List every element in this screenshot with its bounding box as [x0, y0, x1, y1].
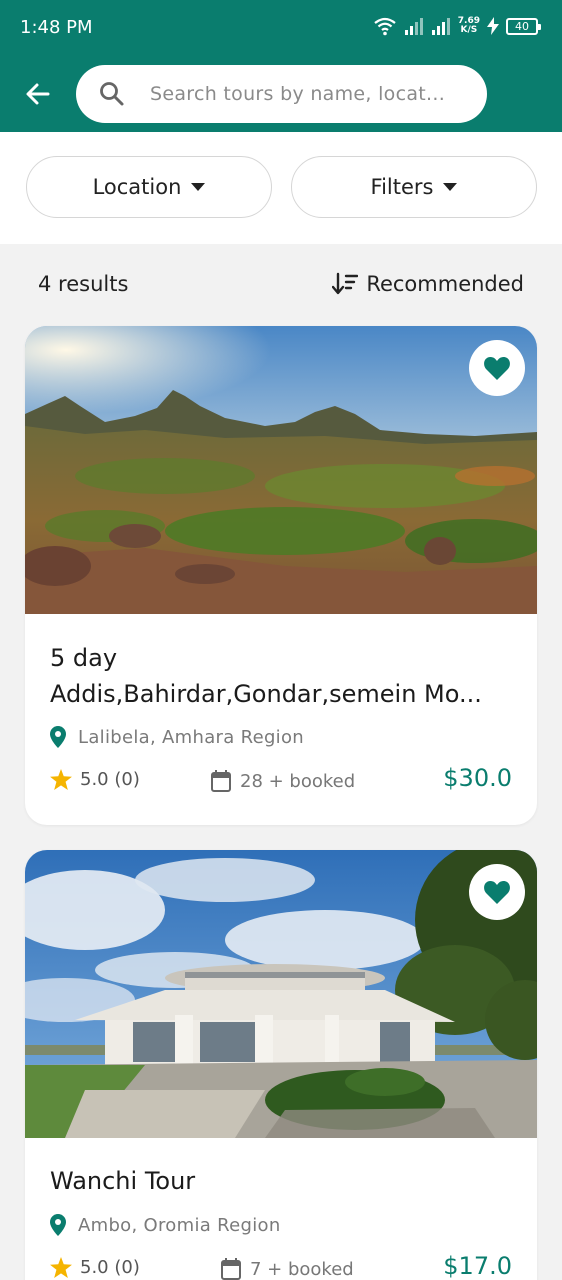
tour-rating-text: 5.0 (0)	[80, 1257, 140, 1278]
tour-card[interactable]: 5 day Addis,Bahirdar,Gondar,semein Mo...…	[25, 326, 537, 825]
filters-dropdown[interactable]: Filters	[291, 156, 537, 218]
heart-icon	[484, 357, 510, 380]
tour-meta: 5.0 (0) 28 + booked $30.0	[50, 764, 512, 799]
status-time: 1:48 PM	[20, 17, 93, 38]
tour-booked-text: 7 + booked	[250, 1258, 354, 1280]
wifi-icon	[374, 17, 396, 36]
net-speed: 7.69 K/S	[458, 17, 480, 35]
tour-rating: 5.0 (0)	[50, 769, 140, 790]
star-icon	[50, 769, 72, 790]
app-bar	[0, 56, 562, 132]
signal-icon-1	[404, 18, 423, 35]
map-pin-icon	[50, 726, 66, 748]
charging-icon	[487, 17, 499, 35]
heart-icon	[484, 881, 510, 904]
star-icon	[50, 1257, 72, 1278]
caret-down-icon	[443, 183, 458, 191]
calendar-icon	[221, 1258, 241, 1280]
tour-rating: 5.0 (0)	[50, 1257, 140, 1278]
search-icon	[100, 82, 124, 106]
tour-price: $30.0	[443, 764, 512, 792]
results-row: 4 results Recommended	[0, 244, 562, 326]
tour-title: Wanchi Tour	[50, 1163, 515, 1199]
signal-icon-2	[431, 18, 450, 35]
status-icons: 7.69 K/S 40	[373, 16, 541, 36]
search-bar[interactable]	[76, 65, 487, 123]
tour-location: Ambo, Oromia Region	[50, 1214, 281, 1236]
caret-down-icon	[191, 183, 206, 191]
net-speed-unit: K/S	[460, 25, 478, 35]
tour-image	[25, 326, 537, 614]
filter-row: Location Filters	[0, 132, 562, 244]
map-pin-icon	[50, 1214, 66, 1236]
tour-title-line: Wanchi Tour	[50, 1167, 196, 1195]
tour-location: Lalibela, Amhara Region	[50, 726, 304, 748]
tour-meta: 5.0 (0) 7 + booked $17.0	[50, 1252, 512, 1280]
favorite-button[interactable]	[469, 864, 525, 920]
arrow-left-icon	[26, 83, 50, 105]
calendar-icon	[211, 770, 231, 792]
tour-card[interactable]: Wanchi Tour Ambo, Oromia Region 5.0 (0) …	[25, 850, 537, 1280]
tour-location-text: Lalibela, Amhara Region	[78, 726, 304, 748]
sort-button[interactable]: Recommended	[332, 272, 524, 296]
tour-title-line: Addis,Bahirdar,Gondar,semein Mo...	[50, 680, 482, 708]
location-dropdown-label: Location	[92, 175, 182, 199]
battery-level: 40	[515, 19, 529, 33]
search-input[interactable]	[150, 79, 465, 109]
tour-booked: 28 + booked	[210, 769, 355, 793]
tour-image	[25, 850, 537, 1138]
results-count: 4 results	[38, 272, 129, 296]
sort-icon	[332, 272, 359, 295]
sort-label: Recommended	[366, 272, 524, 296]
tour-rating-text: 5.0 (0)	[80, 769, 140, 790]
location-dropdown[interactable]: Location	[26, 156, 272, 218]
tour-title-line: 5 day	[50, 644, 118, 672]
status-bar: 1:48 PM 7.69 K/S 40	[0, 0, 562, 56]
back-button[interactable]	[20, 76, 56, 112]
tour-price: $17.0	[443, 1252, 512, 1280]
tour-booked: 7 + booked	[220, 1257, 354, 1280]
favorite-button[interactable]	[469, 340, 525, 396]
tour-title: 5 day Addis,Bahirdar,Gondar,semein Mo...	[50, 640, 515, 712]
tour-booked-text: 28 + booked	[240, 770, 356, 792]
battery-icon: 40	[506, 17, 541, 35]
filters-dropdown-label: Filters	[370, 175, 434, 199]
tour-location-text: Ambo, Oromia Region	[78, 1214, 281, 1236]
